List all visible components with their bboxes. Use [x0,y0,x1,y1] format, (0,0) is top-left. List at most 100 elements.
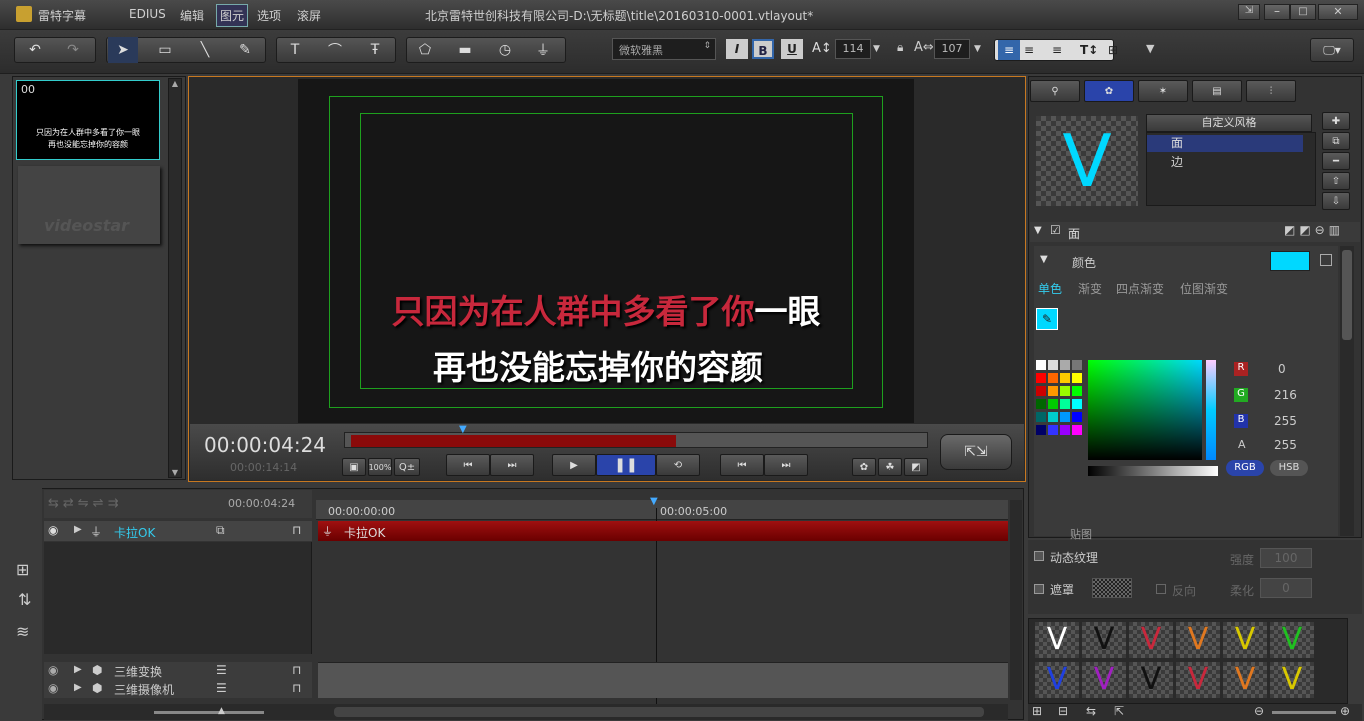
rgb-button[interactable]: RGB [1226,460,1264,476]
area-text-tool-icon[interactable]: Ŧ [360,37,390,63]
invert-checkbox[interactable] [1156,584,1166,594]
preset-tile[interactable]: V [1176,622,1220,658]
preset-tile[interactable]: V [1035,622,1079,658]
b-value[interactable]: 255 [1274,414,1297,428]
palette-swatch[interactable] [1060,412,1070,422]
hue-slider[interactable] [1206,360,1216,460]
alpha-slider[interactable] [1088,466,1218,476]
menu-element[interactable]: 图元 [216,4,249,27]
timeline-ruler[interactable]: 00:00:00:00 00:00:05:00 [316,500,1008,520]
chevron-down-icon[interactable]: ▼ [974,39,981,59]
canvas[interactable]: 只因为在人群中多看了你一眼 再也没能忘掉你的容颜 [298,79,914,423]
playback-progress-track[interactable] [344,432,928,448]
page-thumb-selected[interactable]: 00 只因为在人群中多看了你一眼 再也没能忘掉你的容颜 [16,80,160,160]
zoom-out-icon[interactable]: ⊖ [1254,704,1264,718]
palette-swatch[interactable] [1036,373,1046,383]
loop-icon[interactable]: ⟲ [656,454,700,476]
maximize-button[interactable]: □ [1290,4,1316,20]
output-button[interactable]: ⇱⇲ [940,434,1012,470]
zoom-100-button[interactable]: 100% [368,458,392,476]
track-row-3d-transform[interactable]: ◉ ▶ ⬢ 三维变换 ☰ ⊓ [44,662,312,680]
palette-swatch[interactable] [1072,373,1082,383]
preset-tile[interactable]: V [1270,622,1314,658]
timeline-vscroll[interactable] [1010,500,1022,700]
tab-align-icon[interactable]: ⫶ [1246,80,1296,102]
color-mode-icon[interactable]: ✿ [852,458,876,476]
spacing-input[interactable]: 107 [934,39,970,59]
plugin-tool-icon[interactable]: ⏚ [528,37,558,63]
palette-swatch[interactable] [1036,386,1046,396]
expand-icon[interactable]: ▶ [74,524,82,535]
slider-thumb-icon[interactable]: ▲ [218,706,225,716]
move-down-icon[interactable]: ⇩ [1322,192,1350,210]
align-right-icon[interactable]: ≡ [1052,40,1062,60]
palette-swatch[interactable] [1060,373,1070,383]
tab-page-icon[interactable]: ▤ [1192,80,1242,102]
timeline-clip[interactable]: ⏚ 卡拉OK [318,521,1008,541]
align-left-icon[interactable]: ≡ [998,40,1020,60]
monitor-icon[interactable]: 🖵︎▾ [1310,38,1354,62]
palette-swatch[interactable] [1072,399,1082,409]
hsb-button[interactable]: HSB [1270,460,1308,476]
palette-swatch[interactable] [1048,412,1058,422]
line-tool-icon[interactable]: ╲ [190,37,220,63]
remove-preset-icon[interactable]: ⊟ [1058,704,1068,718]
fill-tab-four-point[interactable]: 四点渐变 [1116,280,1164,297]
close-button[interactable]: ✕ [1318,4,1358,20]
zoom-icon[interactable]: Q± [394,458,420,476]
current-color-swatch[interactable] [1270,251,1310,271]
tab-zoom-icon[interactable]: ⚲ [1030,80,1080,102]
undo-icon[interactable]: ↶ [20,37,50,63]
eyedropper-icon[interactable]: ✎ [1036,308,1058,330]
palette-swatch[interactable] [1072,360,1082,370]
preset-tile[interactable]: V [1176,662,1220,698]
style-select[interactable]: 自定义风格 [1146,114,1312,132]
intensity-input[interactable]: 100 [1260,548,1312,568]
style-item-face[interactable]: 面 [1147,135,1303,152]
lyric-line2[interactable]: 再也没能忘掉你的容颜 [298,341,898,389]
italic-button[interactable]: I [726,39,748,59]
expand-icon[interactable]: ▶ [74,664,82,675]
track-effect-icon[interactable]: ⧉ [216,523,225,538]
style-vscroll[interactable] [1340,246,1354,536]
path-text-tool-icon[interactable]: ⌒ [320,37,350,63]
eye-icon[interactable]: ◉ [48,523,58,537]
zoom-in-icon[interactable]: ⊕ [1340,704,1350,718]
palette-swatch[interactable] [1072,412,1082,422]
preset-tile[interactable]: V [1035,662,1079,698]
pen-tool-icon[interactable]: ✎ [230,37,260,63]
menu-options[interactable]: 选项 [257,7,281,24]
preset-tile[interactable]: V [1082,662,1126,698]
channel-icon[interactable]: ☘ [878,458,902,476]
scroll-up-icon[interactable]: ▲ [169,79,181,88]
fit-view-icon[interactable]: ▣ [342,458,366,476]
palette-swatch[interactable] [1060,360,1070,370]
page-list-scrollbar[interactable]: ▲ ▼ [168,78,182,478]
palette-swatch[interactable] [1048,399,1058,409]
preset-tile[interactable]: V [1082,622,1126,658]
preset-tile[interactable]: V [1223,662,1267,698]
fill-tab-solid[interactable]: 单色 [1038,280,1062,297]
g-value[interactable]: 216 [1274,388,1297,402]
palette-swatch[interactable] [1048,386,1058,396]
eye-icon[interactable]: ◉ [48,663,58,677]
scroll-down-icon[interactable]: ▼ [169,468,181,477]
play-icon[interactable]: ▶ [552,454,596,476]
timeline-tool-icons[interactable]: ⇆⇄⇋⇌⇉ [48,496,122,511]
menu-edius[interactable]: EDIUS [129,7,166,21]
soften-input[interactable]: 0 [1260,578,1312,598]
palette-swatch[interactable] [1048,360,1058,370]
face-checkbox-icon[interactable]: ☑ [1050,223,1061,237]
lyric-line1[interactable]: 只因为在人群中多看了你一眼 [298,285,914,333]
palette-swatch[interactable] [1036,425,1046,435]
preset-size-slider[interactable] [1272,711,1336,714]
add-icon[interactable]: ✚ [1322,112,1350,130]
color-option-icon[interactable] [1320,254,1332,266]
page-thumb-empty[interactable]: videostar [18,166,160,244]
palette-swatch[interactable] [1060,399,1070,409]
palette-swatch[interactable] [1048,425,1058,435]
lock-icon[interactable]: 🔒︎ [897,40,903,55]
palette-swatch[interactable] [1072,386,1082,396]
bold-button[interactable]: B [752,39,774,59]
font-size-input[interactable]: 114 [835,39,871,59]
